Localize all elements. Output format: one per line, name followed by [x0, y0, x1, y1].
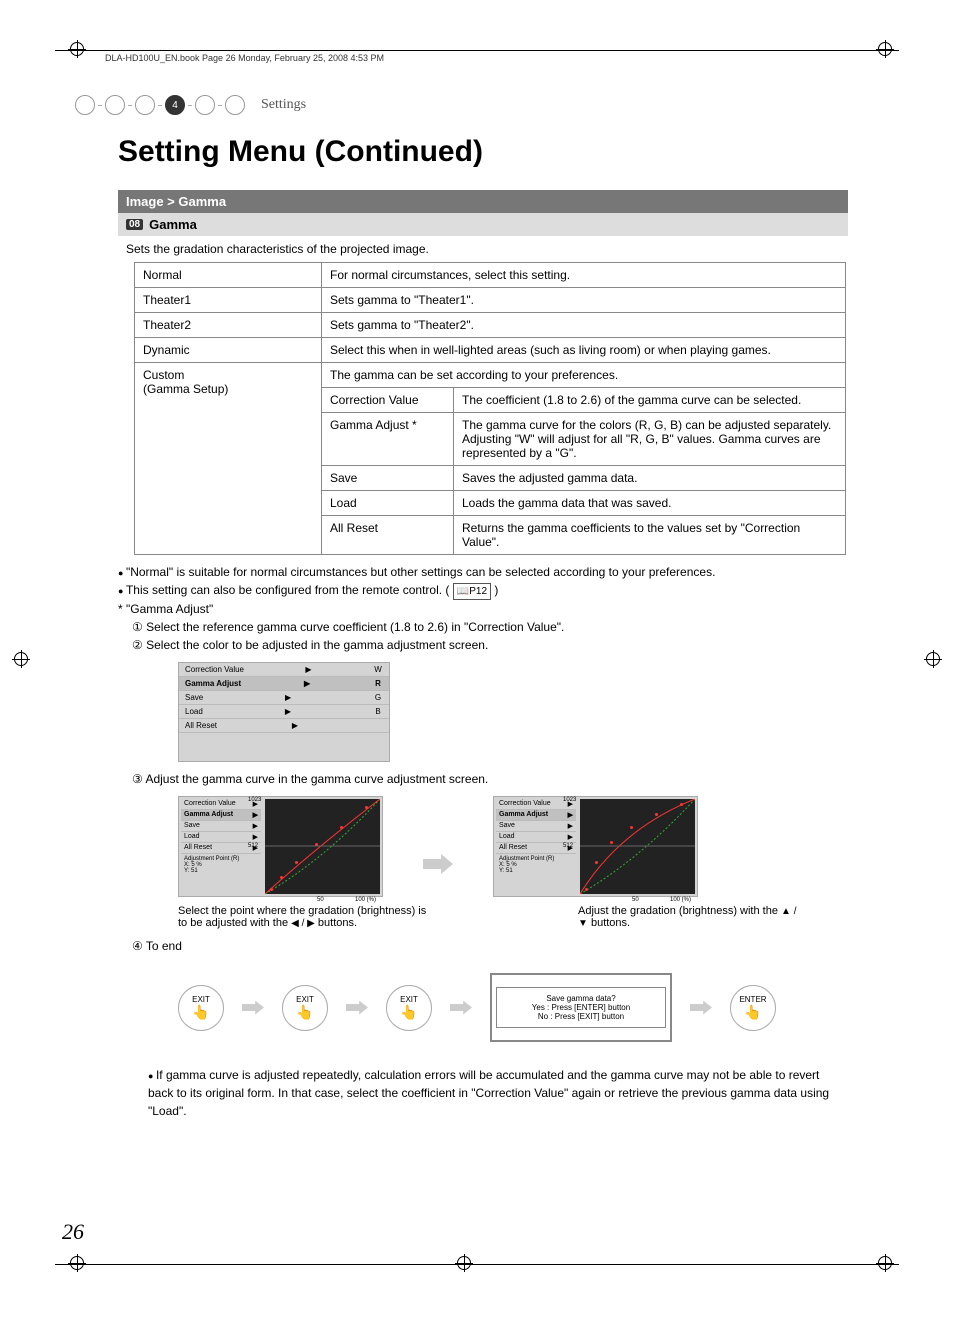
settings-table: Normal For normal circumstances, select … [134, 262, 846, 555]
breadcrumb: Image > Gamma [118, 190, 848, 213]
graph-captions: Select the point where the gradation (br… [178, 905, 848, 929]
note-line: "Gamma Adjust" [118, 600, 848, 618]
page-title: Setting Menu (Continued) [118, 135, 483, 169]
exit-button-icon: EXIT👆 [282, 985, 328, 1031]
table-row: Theater1 Sets gamma to "Theater1". [135, 288, 846, 313]
save-dialog: Save gamma data? Yes : Press [ENTER] but… [490, 973, 672, 1042]
gamma-curve-graph [580, 799, 695, 894]
graph-after: Correction Value▶ Gamma Adjust▶ Save▶ Lo… [493, 796, 698, 897]
page-number: 26 [62, 1219, 84, 1245]
setting-label: Normal [135, 263, 322, 288]
setting-desc: For normal circumstances, select this se… [322, 263, 846, 288]
arrow-right-icon [423, 854, 453, 874]
enter-button-icon: ENTER👆 [730, 985, 776, 1031]
step-line: To end [132, 937, 848, 955]
gamma-curve-graph [265, 799, 380, 894]
note-line: This setting can also be configured from… [118, 581, 848, 600]
item-description: Sets the gradation characteristics of th… [118, 236, 848, 262]
page-ref-icon: 📖P12 [453, 583, 491, 600]
notes-block: "Normal" is suitable for normal circumst… [118, 563, 848, 654]
arrow-right-icon [690, 1001, 712, 1015]
final-note: If gamma curve is adjusted repeatedly, c… [148, 1066, 848, 1120]
book-page-info: DLA-HD100U_EN.book Page 26 Monday, Febru… [105, 53, 384, 63]
graph-row: Correction Value▶ Gamma Adjust▶ Save▶ Lo… [178, 796, 848, 897]
item-name: Gamma [149, 217, 197, 232]
step-line: Select the color to be adjusted in the g… [132, 636, 848, 654]
graph-before: Correction Value▶ Gamma Adjust▶ Save▶ Lo… [178, 796, 383, 897]
mini-menu-screenshot: Correction Value▶W Gamma Adjust▶R Save▶G… [178, 662, 390, 762]
step-chain: 4 [75, 95, 245, 115]
step-4-active: 4 [165, 95, 185, 115]
left-right-icon: ◀ / ▶ [291, 918, 315, 929]
running-head: 4 Settings [75, 95, 879, 115]
item-header: 08 Gamma [118, 213, 848, 236]
item-number-badge: 08 [126, 219, 143, 230]
section-label: Settings [261, 97, 306, 113]
step-line: Select the reference gamma curve coeffic… [132, 618, 848, 636]
exit-button-icon: EXIT👆 [386, 985, 432, 1031]
arrow-right-icon [450, 1001, 472, 1015]
table-row: Dynamic Select this when in well-lighted… [135, 338, 846, 363]
step-line: Adjust the gamma curve in the gamma curv… [132, 770, 848, 788]
exit-button-icon: EXIT👆 [178, 985, 224, 1031]
arrow-right-icon [242, 1001, 264, 1015]
arrow-right-icon [346, 1001, 368, 1015]
table-row: Normal For normal circumstances, select … [135, 263, 846, 288]
exit-sequence: EXIT👆 EXIT👆 EXIT👆 Save gamma data? Yes :… [178, 973, 848, 1042]
table-row: Theater2 Sets gamma to "Theater2". [135, 313, 846, 338]
note-line: "Normal" is suitable for normal circumst… [118, 563, 848, 581]
table-row: Custom (Gamma Setup) The gamma can be se… [135, 363, 846, 388]
